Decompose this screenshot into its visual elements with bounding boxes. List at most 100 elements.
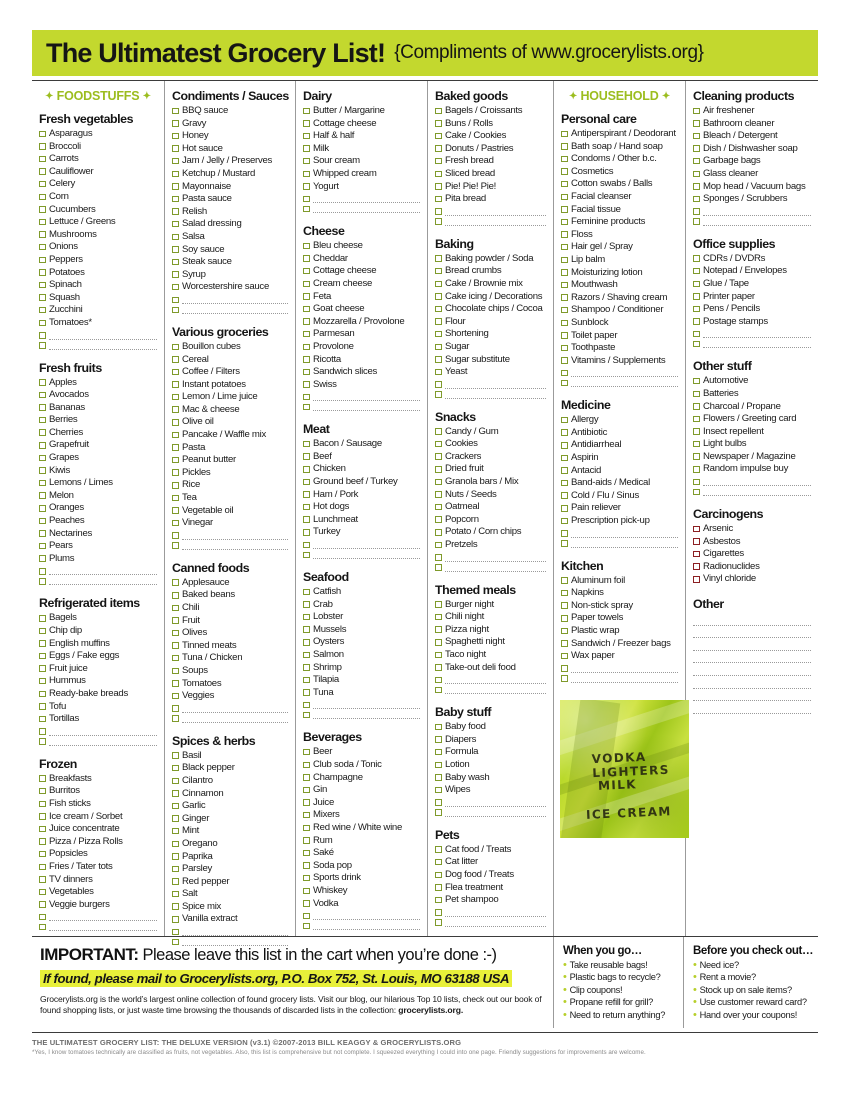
list-item[interactable]: Cosmetics	[561, 166, 678, 179]
list-item[interactable]: Baked beans	[172, 589, 288, 602]
list-item[interactable]: Cat food / Treats	[435, 844, 546, 857]
write-in-line[interactable]	[313, 922, 420, 931]
checkbox-icon[interactable]	[303, 651, 310, 659]
checkbox-icon[interactable]	[693, 255, 700, 262]
checkbox-icon[interactable]	[39, 715, 46, 723]
write-in-line[interactable]	[703, 330, 811, 339]
list-item[interactable]: Printer paper	[693, 291, 811, 304]
write-in-line[interactable]	[445, 799, 546, 807]
checkbox-icon[interactable]	[172, 840, 179, 847]
checkbox-icon[interactable]	[39, 281, 46, 289]
list-item[interactable]: Pretzels	[435, 539, 546, 552]
list-item[interactable]: Asparagus	[39, 128, 157, 141]
blank-write-in-row[interactable]	[303, 203, 420, 214]
checkbox-icon[interactable]	[693, 563, 700, 570]
checkbox-icon[interactable]	[303, 293, 310, 300]
checkbox-icon[interactable]	[693, 415, 700, 423]
list-item[interactable]: Bacon / Sausage	[303, 438, 420, 451]
checkbox-icon[interactable]	[435, 330, 442, 338]
list-item[interactable]: Newspaper / Magazine	[693, 451, 811, 464]
list-item[interactable]: Bleu cheese	[303, 240, 420, 253]
write-in-line[interactable]	[182, 715, 288, 723]
write-in-line[interactable]	[49, 332, 157, 340]
checkbox-icon[interactable]	[435, 280, 442, 288]
checkbox-icon[interactable]	[39, 319, 46, 326]
list-item[interactable]: Bagels	[39, 612, 157, 625]
list-item[interactable]: Antidiarrheal	[561, 439, 678, 452]
checkbox-icon[interactable]	[303, 748, 310, 756]
list-item[interactable]: Formula	[435, 746, 546, 759]
checkbox-icon[interactable]	[561, 193, 568, 201]
list-item[interactable]: Pizza / Pizza Rolls	[39, 836, 157, 849]
checkbox-icon[interactable]	[435, 871, 442, 879]
checkbox-icon[interactable]	[172, 271, 179, 278]
checkbox-icon[interactable]	[39, 825, 46, 833]
list-item[interactable]: Ketchup / Mustard	[172, 168, 288, 181]
list-item[interactable]: Prescription pick-up	[561, 515, 678, 528]
checkbox-icon[interactable]	[435, 318, 442, 325]
list-item[interactable]: Mouthwash	[561, 279, 678, 292]
blank-write-in-row[interactable]	[693, 216, 811, 226]
list-item[interactable]: Mussels	[303, 624, 420, 637]
list-item[interactable]: Pasta sauce	[172, 193, 288, 206]
checkbox-icon[interactable]	[172, 764, 179, 772]
checkbox-icon[interactable]	[172, 903, 179, 910]
checkbox-icon[interactable]	[435, 736, 442, 743]
list-item[interactable]: Hot sauce	[172, 143, 288, 156]
checkbox-icon[interactable]	[435, 541, 442, 549]
list-item[interactable]: Steak sauce	[172, 256, 288, 269]
write-in-line[interactable]	[49, 728, 157, 736]
checkbox-icon[interactable]	[435, 157, 442, 165]
list-item[interactable]: Tea	[172, 492, 288, 505]
list-item[interactable]: Provolone	[303, 341, 420, 354]
list-item[interactable]: Tuna / Chicken	[172, 652, 288, 665]
checkbox-icon[interactable]	[39, 379, 46, 386]
checkbox-icon[interactable]	[435, 503, 442, 511]
blank-write-in-row[interactable]	[303, 920, 420, 931]
checkbox-icon[interactable]	[39, 913, 46, 921]
list-item[interactable]: Cake / Cookies	[435, 130, 546, 143]
blank-write-in-row[interactable]	[172, 713, 288, 723]
checkbox-icon[interactable]	[435, 343, 442, 350]
checkbox-icon[interactable]	[561, 442, 568, 449]
checkbox-icon[interactable]	[561, 344, 568, 352]
checkbox-icon[interactable]	[693, 466, 700, 473]
write-in-line[interactable]	[313, 711, 420, 720]
checkbox-icon[interactable]	[39, 728, 46, 735]
write-in-line[interactable]	[445, 564, 546, 572]
blank-write-in-row[interactable]	[172, 294, 288, 304]
checkbox-icon[interactable]	[39, 568, 46, 575]
checkbox-icon[interactable]	[303, 280, 310, 288]
list-item[interactable]: Rum	[303, 835, 420, 848]
blank-write-in-row[interactable]	[435, 216, 546, 226]
list-item[interactable]: Mushrooms	[39, 229, 157, 242]
checkbox-icon[interactable]	[561, 505, 568, 512]
checkbox-icon[interactable]	[693, 478, 700, 486]
list-item[interactable]: Cigarettes	[693, 548, 811, 561]
checkbox-icon[interactable]	[172, 752, 179, 759]
blank-write-in-row[interactable]	[39, 575, 157, 586]
list-item[interactable]: Taco night	[435, 649, 546, 662]
blank-write-in-row[interactable]	[435, 389, 546, 399]
open-write-in-line[interactable]	[693, 638, 811, 651]
list-item[interactable]: Onions	[39, 241, 157, 254]
list-item[interactable]: Bleach / Detergent	[693, 130, 811, 143]
checkbox-icon[interactable]	[39, 467, 46, 474]
write-in-line[interactable]	[703, 340, 811, 349]
checkbox-icon[interactable]	[172, 680, 179, 687]
list-item[interactable]: Veggie burgers	[39, 899, 157, 912]
blank-write-in-row[interactable]	[303, 549, 420, 560]
checkbox-icon[interactable]	[172, 233, 179, 241]
checkbox-icon[interactable]	[693, 403, 700, 410]
checkbox-icon[interactable]	[435, 896, 442, 904]
list-item[interactable]: Baking powder / Soda	[435, 253, 546, 266]
list-item[interactable]: Mozzarella / Provolone	[303, 316, 420, 329]
blank-write-in-row[interactable]	[435, 206, 546, 216]
list-item[interactable]: Oranges	[39, 502, 157, 515]
list-item[interactable]: Cereal	[172, 354, 288, 367]
checkbox-icon[interactable]	[39, 306, 46, 314]
write-in-line[interactable]	[313, 912, 420, 921]
checkbox-icon[interactable]	[39, 703, 46, 710]
open-write-in-line[interactable]	[693, 663, 811, 676]
list-item[interactable]: Vinyl chloride	[693, 573, 811, 586]
